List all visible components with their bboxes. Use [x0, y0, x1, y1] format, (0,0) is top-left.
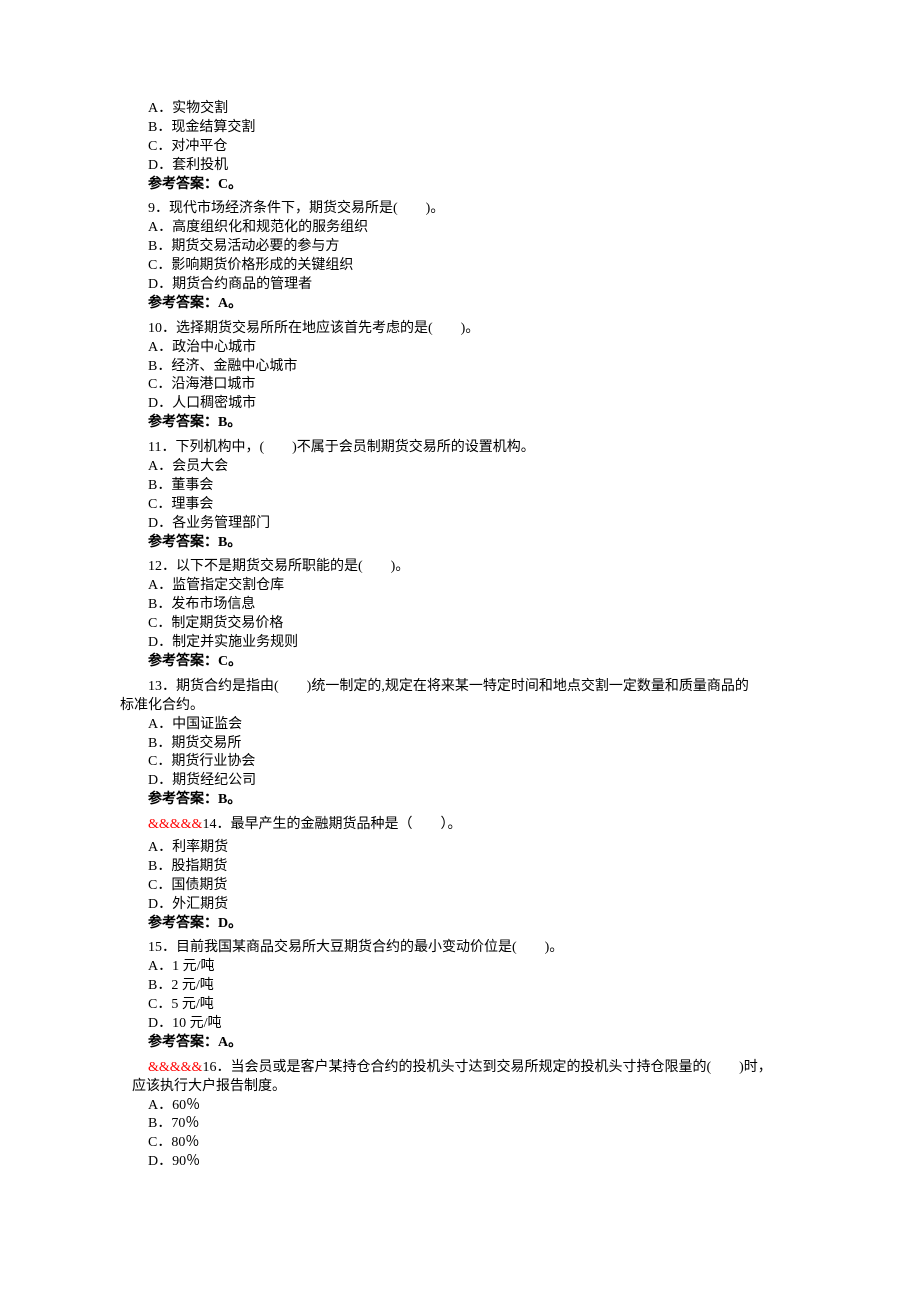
q13-stem-line2: 标准化合约。	[120, 697, 800, 716]
q16-stem-text: 16．当会员或是客户某持仓合约的投机头寸达到交易所规定的投机头寸持仓限量的( )…	[202, 1060, 771, 1075]
q10-option-b: B．经济、金融中心城市	[120, 358, 800, 377]
q16-stem-line1: &&&&&16．当会员或是客户某持仓合约的投机头寸达到交易所规定的投机头寸持仓限…	[120, 1059, 800, 1078]
q9-option-a: A．高度组织化和规范化的服务组织	[120, 219, 800, 238]
q15-answer: 参考答案：A。	[120, 1034, 800, 1053]
q16-option-c: C．80％	[120, 1134, 800, 1153]
q16-option-d: D．90％	[120, 1153, 800, 1172]
q8-option-c: C．对冲平仓	[120, 138, 800, 157]
q9-option-b: B．期货交易活动必要的参与方	[120, 238, 800, 257]
q13-option-d: D．期货经纪公司	[120, 772, 800, 791]
q14-option-c: C．国债期货	[120, 877, 800, 896]
q9-option-d: D．期货合约商品的管理者	[120, 276, 800, 295]
q13-option-a: A．中国证监会	[120, 716, 800, 735]
q16-option-b: B．70％	[120, 1115, 800, 1134]
q11-answer: 参考答案：B。	[120, 534, 800, 553]
q14-option-b: B．股指期货	[120, 858, 800, 877]
q9-option-c: C．影响期货价格形成的关键组织	[120, 257, 800, 276]
q9-answer: 参考答案：A。	[120, 295, 800, 314]
q10-option-a: A．政治中心城市	[120, 339, 800, 358]
q12-option-b: B．发布市场信息	[120, 596, 800, 615]
q8-options: A．实物交割 B．现金结算交割 C．对冲平仓 D．套利投机	[120, 100, 800, 176]
q15-option-d: D．10 元/吨	[120, 1015, 800, 1034]
q16-marker: &&&&&	[148, 1060, 202, 1075]
q13-answer: 参考答案：B。	[120, 791, 800, 810]
q8-option-b: B．现金结算交割	[120, 119, 800, 138]
q16-stem-line2: 应该执行大户报告制度。	[120, 1078, 800, 1097]
q12-stem: 12．以下不是期货交易所职能的是( )。	[120, 558, 800, 577]
q14-option-d: D．外汇期货	[120, 896, 800, 915]
q13-option-b: B．期货交易所	[120, 735, 800, 754]
q11-option-b: B．董事会	[120, 477, 800, 496]
q13-option-c: C．期货行业协会	[120, 753, 800, 772]
q14-stem-text: 14．最早产生的金融期货品种是（ ）。	[202, 817, 461, 832]
q10-option-c: C．沿海港口城市	[120, 376, 800, 395]
q13-stem-line1: 13．期货合约是指由( )统一制定的,规定在将来某一特定时间和地点交割一定数量和…	[120, 678, 800, 697]
q12-option-a: A．监管指定交割仓库	[120, 577, 800, 596]
q8-option-a: A．实物交割	[120, 100, 800, 119]
q12-option-c: C．制定期货交易价格	[120, 615, 800, 634]
q12-option-d: D．制定并实施业务规则	[120, 634, 800, 653]
q15-option-b: B．2 元/吨	[120, 977, 800, 996]
q15-option-a: A．1 元/吨	[120, 958, 800, 977]
q14-stem: &&&&&14．最早产生的金融期货品种是（ ）。	[120, 816, 800, 835]
q14-option-a: A．利率期货	[120, 839, 800, 858]
q9-stem: 9．现代市场经济条件下，期货交易所是( )。	[120, 200, 800, 219]
q10-option-d: D．人口稠密城市	[120, 395, 800, 414]
q12-answer: 参考答案：C。	[120, 653, 800, 672]
q10-answer: 参考答案：B。	[120, 414, 800, 433]
q10-stem: 10．选择期货交易所所在地应该首先考虑的是( )。	[120, 320, 800, 339]
q11-option-a: A．会员大会	[120, 458, 800, 477]
q15-option-c: C．5 元/吨	[120, 996, 800, 1015]
q11-option-d: D．各业务管理部门	[120, 515, 800, 534]
q8-answer: 参考答案：C。	[120, 176, 800, 195]
q8-option-d: D．套利投机	[120, 157, 800, 176]
q14-answer: 参考答案：D。	[120, 915, 800, 934]
q15-stem: 15．目前我国某商品交易所大豆期货合约的最小变动价位是( )。	[120, 939, 800, 958]
q11-stem: 11．下列机构中，( )不属于会员制期货交易所的设置机构。	[120, 439, 800, 458]
q11-option-c: C．理事会	[120, 496, 800, 515]
q14-marker: &&&&&	[148, 817, 202, 832]
q16-option-a: A．60％	[120, 1097, 800, 1116]
